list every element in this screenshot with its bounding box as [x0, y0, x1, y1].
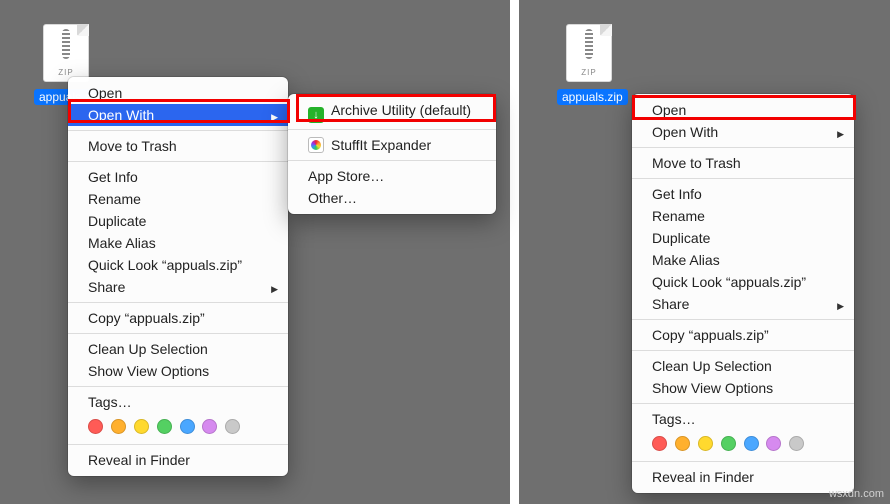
zip-file-icon: ZIP: [43, 24, 89, 82]
tag-red[interactable]: [652, 436, 667, 451]
context-menu-right: Open Open With Move to Trash Get Info Re…: [632, 94, 854, 493]
file-label: appuals.zip: [557, 89, 628, 105]
tag-orange[interactable]: [111, 419, 126, 434]
tag-green[interactable]: [157, 419, 172, 434]
tag-red[interactable]: [88, 419, 103, 434]
file-appuals-zip-right[interactable]: ZIP appuals.zip: [557, 24, 621, 105]
menu-get-info[interactable]: Get Info: [68, 166, 288, 188]
split-gap: [510, 0, 519, 504]
menu-make-alias[interactable]: Make Alias: [632, 249, 854, 271]
submenu-other[interactable]: Other…: [288, 187, 496, 209]
menu-share[interactable]: Share: [632, 293, 854, 315]
desktop-left: ZIP appuals.zip Open Open With Move to T…: [0, 0, 510, 504]
menu-copy[interactable]: Copy “appuals.zip”: [68, 307, 288, 329]
menu-duplicate[interactable]: Duplicate: [632, 227, 854, 249]
tag-yellow[interactable]: [134, 419, 149, 434]
submenu-stuffit-label: StuffIt Expander: [331, 137, 431, 153]
zip-file-icon: ZIP: [566, 24, 612, 82]
watermark: wsxdn.com: [829, 488, 884, 500]
menu-open[interactable]: Open: [632, 99, 854, 121]
menu-open-with[interactable]: Open With: [632, 121, 854, 143]
menu-get-info[interactable]: Get Info: [632, 183, 854, 205]
desktop-right: ZIP appuals.zip Open Open With Move to T…: [519, 0, 890, 504]
tag-blue[interactable]: [744, 436, 759, 451]
menu-open[interactable]: Open: [68, 82, 288, 104]
open-with-submenu: ↓ Archive Utility (default) StuffIt Expan…: [288, 94, 496, 214]
menu-reveal-in-finder[interactable]: Reveal in Finder: [68, 449, 288, 471]
menu-quick-look[interactable]: Quick Look “appuals.zip”: [68, 254, 288, 276]
menu-reveal-in-finder[interactable]: Reveal in Finder: [632, 466, 854, 488]
menu-quick-look[interactable]: Quick Look “appuals.zip”: [632, 271, 854, 293]
menu-open-with[interactable]: Open With: [68, 104, 288, 126]
menu-tags[interactable]: Tags…: [632, 408, 854, 430]
tag-gray[interactable]: [225, 419, 240, 434]
menu-rename[interactable]: Rename: [68, 188, 288, 210]
tag-color-row: [68, 413, 288, 440]
menu-duplicate[interactable]: Duplicate: [68, 210, 288, 232]
menu-clean-up[interactable]: Clean Up Selection: [68, 338, 288, 360]
menu-move-to-trash[interactable]: Move to Trash: [632, 152, 854, 174]
submenu-archive-utility-label: Archive Utility (default): [331, 102, 471, 118]
tag-gray[interactable]: [789, 436, 804, 451]
submenu-app-store[interactable]: App Store…: [288, 165, 496, 187]
menu-view-options[interactable]: Show View Options: [68, 360, 288, 382]
menu-share[interactable]: Share: [68, 276, 288, 298]
stuffit-icon: [308, 137, 324, 153]
menu-copy[interactable]: Copy “appuals.zip”: [632, 324, 854, 346]
context-menu-left: Open Open With Move to Trash Get Info Re…: [68, 77, 288, 476]
tag-purple[interactable]: [202, 419, 217, 434]
menu-tags[interactable]: Tags…: [68, 391, 288, 413]
menu-make-alias[interactable]: Make Alias: [68, 232, 288, 254]
tag-blue[interactable]: [180, 419, 195, 434]
tag-orange[interactable]: [675, 436, 690, 451]
submenu-stuffit[interactable]: StuffIt Expander: [288, 134, 496, 156]
menu-rename[interactable]: Rename: [632, 205, 854, 227]
submenu-archive-utility[interactable]: ↓ Archive Utility (default): [288, 99, 496, 125]
menu-view-options[interactable]: Show View Options: [632, 377, 854, 399]
tag-purple[interactable]: [766, 436, 781, 451]
archive-utility-icon: ↓: [308, 107, 324, 123]
tag-color-row: [632, 430, 854, 457]
tag-green[interactable]: [721, 436, 736, 451]
tag-yellow[interactable]: [698, 436, 713, 451]
menu-move-to-trash[interactable]: Move to Trash: [68, 135, 288, 157]
menu-clean-up[interactable]: Clean Up Selection: [632, 355, 854, 377]
